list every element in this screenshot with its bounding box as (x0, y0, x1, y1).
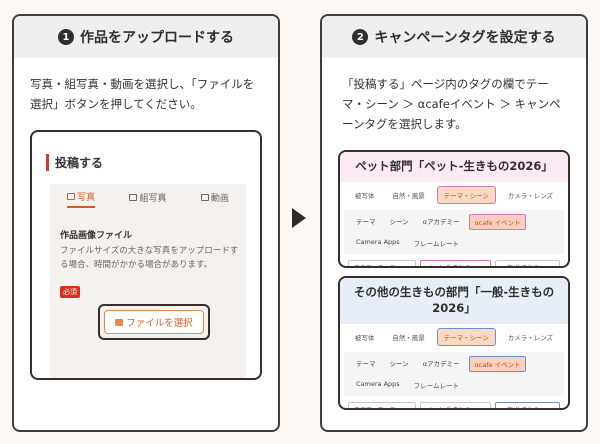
step1-description: 写真・組写真・動画を選択し、「ファイルを選択」ボタンを押してください。 (30, 77, 255, 111)
step2-description: 「投稿する」ページ内のタグの欄でテーマ・シーン ＞ αcafeイベント ＞ キャ… (342, 77, 561, 131)
tag-acafe-event[interactable]: αcafe イベント (469, 214, 526, 230)
other-tag-mockup: その他の生きもの部門「一般-生きもの2026」 被写体 自然・風景 テーマ・シー… (338, 276, 570, 410)
tab-video[interactable]: 動画 (200, 190, 229, 208)
tab-group-photo-label: 組写真 (139, 194, 167, 204)
tab-photo-label: 写真 (77, 193, 96, 203)
group-photo-icon (129, 194, 138, 201)
tag-flower-fes[interactable]: フラワーフェス2026 (348, 402, 417, 408)
arrow-right-icon (292, 208, 306, 228)
pet-subcategory-row: テーマ シーン αアカデミー αcafe イベント Camera Apps フレ… (344, 210, 564, 254)
tag-pet-2026[interactable]: ペット-生きもの2026 (420, 260, 492, 266)
other-category-row: 被写体 自然・風景 テーマ・シーン カメラ・レンズ (340, 324, 568, 350)
tag-theme[interactable]: テーマ (352, 356, 380, 372)
tag-theme[interactable]: テーマ (352, 214, 380, 230)
tag-theme-scene[interactable]: テーマ・シーン (436, 186, 496, 204)
tag-camera-lens[interactable]: カメラ・レンズ (502, 187, 559, 203)
tag-subject[interactable]: 被写体 (349, 187, 381, 203)
step1-card: 1 作品をアップロードする 写真・組写真・動画を選択し、「ファイルを選択」ボタン… (12, 14, 280, 432)
other-campaign-row: フラワーフェス2026 ペット-生きもの2026 一般-生きもの2026 (340, 398, 568, 408)
file-label: 作品画像ファイル (60, 231, 133, 241)
tag-camera-apps[interactable]: Camera Apps (352, 378, 404, 392)
tag-theme-scene[interactable]: テーマ・シーン (436, 328, 496, 346)
tag-nature[interactable]: 自然・風景 (386, 187, 431, 203)
photo-icon (67, 193, 76, 200)
step2-number: 2 (352, 29, 369, 45)
pet-title: ペット部門「ペット-生きもの2026」 (340, 152, 568, 182)
step2-title: キャンペーンタグを設定する (374, 30, 556, 46)
step2-header: 2 キャンペーンタグを設定する (322, 16, 586, 58)
select-file-label: ファイルを選択 (126, 318, 193, 329)
tag-frame-rate[interactable]: フレームレート (410, 378, 463, 392)
pet-tag-mockup: ペット部門「ペット-生きもの2026」 被写体 自然・風景 テーマ・シーン カメ… (338, 150, 570, 268)
tag-academy[interactable]: αアカデミー (419, 214, 464, 230)
tag-general-2026[interactable]: 一般-生きもの2026 (495, 402, 560, 408)
select-file-button[interactable]: ファイルを選択 (104, 310, 204, 334)
image-icon (115, 318, 124, 326)
file-note: ファイルサイズの大きな写真をアップロードする場合、時間がかかる場合があります。 (60, 246, 239, 270)
tab-group-photo[interactable]: 組写真 (129, 190, 167, 208)
tag-scene[interactable]: シーン (386, 356, 413, 372)
tag-flower-fes[interactable]: フラワーフェス2026 (348, 260, 417, 266)
upload-mockup: 投稿する 写真 組写真 動画 作品画像ファイル ファイルサイズの大きな写真をアッ… (30, 130, 262, 380)
step1-header: 1 作品をアップロードする (14, 16, 278, 58)
select-highlight: ファイルを選択 (98, 304, 210, 340)
tag-acafe-event[interactable]: αcafe イベント (469, 356, 526, 372)
tag-camera-lens[interactable]: カメラ・レンズ (502, 329, 559, 345)
other-title: その他の生きもの部門「一般-生きもの2026」 (340, 278, 568, 324)
tag-frame-rate[interactable]: フレームレート (410, 236, 463, 250)
step1-title: 作品をアップロードする (80, 30, 234, 46)
tab-video-label: 動画 (210, 194, 229, 204)
pet-campaign-row: フラワーフェス2026 ペット-生きもの2026 一般-生きもの2026 (340, 256, 568, 266)
step2-card: 2 キャンペーンタグを設定する 「投稿する」ページ内のタグの欄でテーマ・シーン … (320, 14, 588, 432)
tag-pet-2026[interactable]: ペット-生きもの2026 (420, 402, 492, 408)
step1-number: 1 (58, 29, 74, 45)
tag-scene[interactable]: シーン (386, 214, 413, 230)
pet-category-row: 被写体 自然・風景 テーマ・シーン カメラ・レンズ (340, 182, 568, 208)
upload-panel: 写真 組写真 動画 作品画像ファイル ファイルサイズの大きな写真をアップロードす… (50, 184, 246, 378)
tag-academy[interactable]: αアカデミー (419, 356, 464, 372)
mock-page-title: 投稿する (46, 154, 103, 171)
video-icon (200, 194, 209, 201)
tag-subject[interactable]: 被写体 (349, 329, 381, 345)
tag-camera-apps[interactable]: Camera Apps (352, 236, 404, 250)
tab-photo[interactable]: 写真 (67, 190, 96, 208)
other-subcategory-row: テーマ シーン αアカデミー αcafe イベント Camera Apps フレ… (344, 352, 564, 396)
required-badge: 必須 (60, 286, 80, 298)
tag-general-2026[interactable]: 一般-生きもの2026 (495, 260, 560, 266)
tag-nature[interactable]: 自然・風景 (386, 329, 431, 345)
media-tabs: 写真 組写真 動画 (50, 190, 246, 208)
